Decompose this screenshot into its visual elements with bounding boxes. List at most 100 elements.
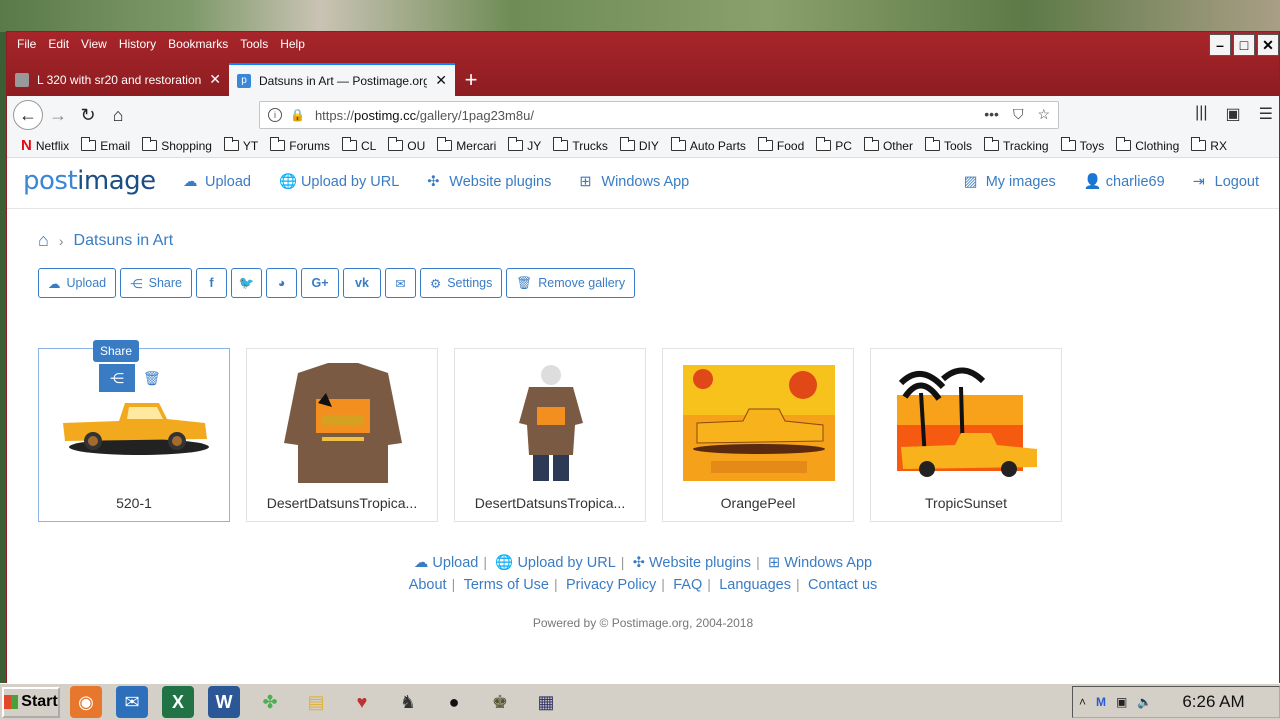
- facebook-button[interactable]: f: [195, 268, 227, 298]
- gallery-item[interactable]: TropicSunset: [870, 348, 1062, 522]
- bookmark-mercari[interactable]: Mercari: [437, 137, 496, 153]
- puzzle-game-icon[interactable]: ✤: [254, 686, 286, 718]
- twitter-button[interactable]: 🐦: [230, 268, 262, 298]
- calculator-icon[interactable]: ▦: [530, 686, 562, 718]
- bookmark-netflix[interactable]: N Netflix: [21, 137, 69, 154]
- item-delete-icon[interactable]: 🗑: [143, 370, 161, 387]
- footer-privacy[interactable]: Privacy Policy: [566, 577, 656, 593]
- share-button[interactable]: ⋲ Share: [120, 268, 192, 298]
- nav-my-images[interactable]: ▨ My images: [964, 174, 1056, 190]
- bookmark-email[interactable]: Email: [81, 137, 130, 153]
- bookmark-trucks[interactable]: Trucks: [553, 137, 608, 153]
- thumbnail-tshirt-back[interactable]: [267, 363, 419, 483]
- bookmark-jy[interactable]: JY: [508, 137, 541, 153]
- nav-upload[interactable]: ☁ Upload: [183, 174, 251, 190]
- bookmark-other[interactable]: Other: [863, 137, 913, 153]
- gallery-item[interactable]: Share ⋲ 🗑 520-1: [38, 340, 230, 522]
- forward-button[interactable]: →: [43, 100, 73, 130]
- malwarebytes-icon[interactable]: M: [1096, 695, 1106, 709]
- word-icon[interactable]: W: [208, 686, 240, 718]
- address-bar[interactable]: i 🔒 https://postimg.cc/gallery/1pag23m8u…: [259, 101, 1059, 129]
- sidebar-icon[interactable]: ▣: [1226, 104, 1241, 124]
- remove-gallery-button[interactable]: 🗑 Remove gallery: [506, 268, 636, 298]
- cards-icon[interactable]: ♥: [346, 686, 378, 718]
- bookmark-cl[interactable]: CL: [341, 137, 376, 153]
- tab-l320[interactable]: L 320 with sr20 and restoration - ✕: [7, 63, 229, 96]
- footer-about[interactable]: About: [409, 577, 447, 593]
- settings-button[interactable]: ⚙ Settings: [419, 268, 503, 298]
- menu-file[interactable]: File: [11, 35, 42, 53]
- footer-faq[interactable]: FAQ: [673, 577, 702, 593]
- maximize-button[interactable]: □: [1233, 34, 1255, 56]
- menu-edit[interactable]: Edit: [42, 35, 75, 53]
- mahjong-icon[interactable]: ♚: [484, 686, 516, 718]
- bookmark-tracking[interactable]: Tracking: [983, 137, 1049, 153]
- nav-upload-by-url[interactable]: 🌐 Upload by URL: [279, 174, 399, 190]
- bookmark-diy[interactable]: DIY: [619, 137, 659, 153]
- network-icon[interactable]: ▣: [1116, 695, 1127, 709]
- google-plus-button[interactable]: G+: [300, 268, 339, 298]
- footer-website-plugins[interactable]: ✣ Website plugins: [633, 555, 751, 571]
- start-button[interactable]: Start: [2, 686, 60, 718]
- volume-icon[interactable]: 🔈: [1137, 695, 1152, 709]
- pocket-icon[interactable]: ⛉: [1013, 106, 1024, 123]
- menu-bookmarks[interactable]: Bookmarks: [162, 35, 234, 53]
- email-button[interactable]: ✉: [384, 268, 416, 298]
- bookmark-food[interactable]: Food: [757, 137, 804, 153]
- bookmark-pc[interactable]: PC: [816, 137, 852, 153]
- minimize-button[interactable]: –: [1209, 34, 1231, 56]
- bookmark-yt[interactable]: YT: [223, 137, 258, 153]
- tray-expand-icon[interactable]: ˄: [1079, 695, 1086, 709]
- close-tab-icon[interactable]: ✕: [209, 71, 221, 88]
- item-share-button[interactable]: ⋲: [99, 364, 135, 392]
- postimage-logo[interactable]: postimage: [23, 166, 156, 196]
- excel-icon[interactable]: X: [162, 686, 194, 718]
- footer-languages[interactable]: Languages: [719, 577, 791, 593]
- thumbnail-tropic-sunset[interactable]: [891, 363, 1043, 483]
- bookmark-rx[interactable]: RX: [1191, 137, 1227, 153]
- file-explorer-icon[interactable]: ▤: [300, 686, 332, 718]
- firefox-icon[interactable]: ◉: [70, 686, 102, 718]
- bookmark-star-icon[interactable]: ☆: [1037, 106, 1050, 123]
- bookmark-tools[interactable]: Tools: [924, 137, 972, 153]
- thumbnail-orange-peel[interactable]: [683, 363, 835, 483]
- chess-icon[interactable]: ♞: [392, 686, 424, 718]
- bookmark-clothing[interactable]: Clothing: [1116, 137, 1179, 153]
- reddit-button[interactable]: ◕: [265, 268, 297, 298]
- nav-website-plugins[interactable]: ✣ Website plugins: [427, 174, 551, 190]
- upload-button[interactable]: ☁ Upload: [38, 268, 117, 298]
- footer-windows-app[interactable]: ⊞ Windows App: [768, 555, 872, 571]
- nav-username[interactable]: 👤 charlie69: [1084, 174, 1165, 190]
- footer-upload[interactable]: ☁ Upload: [414, 555, 478, 571]
- eight-ball-icon[interactable]: ●: [438, 686, 470, 718]
- clock[interactable]: 6:26 AM: [1182, 692, 1244, 712]
- footer-contact[interactable]: Contact us: [808, 577, 877, 593]
- gallery-item[interactable]: DesertDatsunsTropica...: [454, 348, 646, 522]
- nav-logout[interactable]: ⇥ Logout: [1193, 174, 1259, 190]
- menu-tools[interactable]: Tools: [234, 35, 274, 53]
- bookmark-toys[interactable]: Toys: [1060, 137, 1104, 153]
- thunderbird-icon[interactable]: ✉: [116, 686, 148, 718]
- breadcrumb-current[interactable]: Datsuns in Art: [74, 232, 174, 250]
- thumbnail-man-in-tshirt[interactable]: [475, 363, 627, 483]
- bookmark-forums[interactable]: Forums: [270, 137, 330, 153]
- hamburger-menu-icon[interactable]: ☰: [1259, 104, 1273, 124]
- menu-help[interactable]: Help: [274, 35, 311, 53]
- vk-button[interactable]: vk: [342, 268, 381, 298]
- menu-view[interactable]: View: [75, 35, 113, 53]
- gallery-item[interactable]: OrangePeel: [662, 348, 854, 522]
- footer-terms[interactable]: Terms of Use: [464, 577, 549, 593]
- bookmark-ou[interactable]: OU: [388, 137, 425, 153]
- footer-upload-by-url[interactable]: 🌐 Upload by URL: [495, 555, 615, 571]
- info-icon[interactable]: i: [268, 108, 282, 122]
- tab-datsuns-in-art[interactable]: p Datsuns in Art — Postimage.org ✕: [229, 63, 455, 96]
- bookmark-shopping[interactable]: Shopping: [142, 137, 212, 153]
- new-tab-button[interactable]: +: [455, 63, 487, 96]
- nav-windows-app[interactable]: ⊞ Windows App: [579, 174, 689, 190]
- close-tab-icon[interactable]: ✕: [435, 72, 447, 89]
- library-icon[interactable]: |||: [1195, 104, 1207, 124]
- home-icon[interactable]: ⌂: [38, 230, 49, 251]
- gallery-item[interactable]: DesertDatsunsTropica...: [246, 348, 438, 522]
- menu-history[interactable]: History: [113, 35, 162, 53]
- reload-button[interactable]: ↻: [73, 100, 103, 130]
